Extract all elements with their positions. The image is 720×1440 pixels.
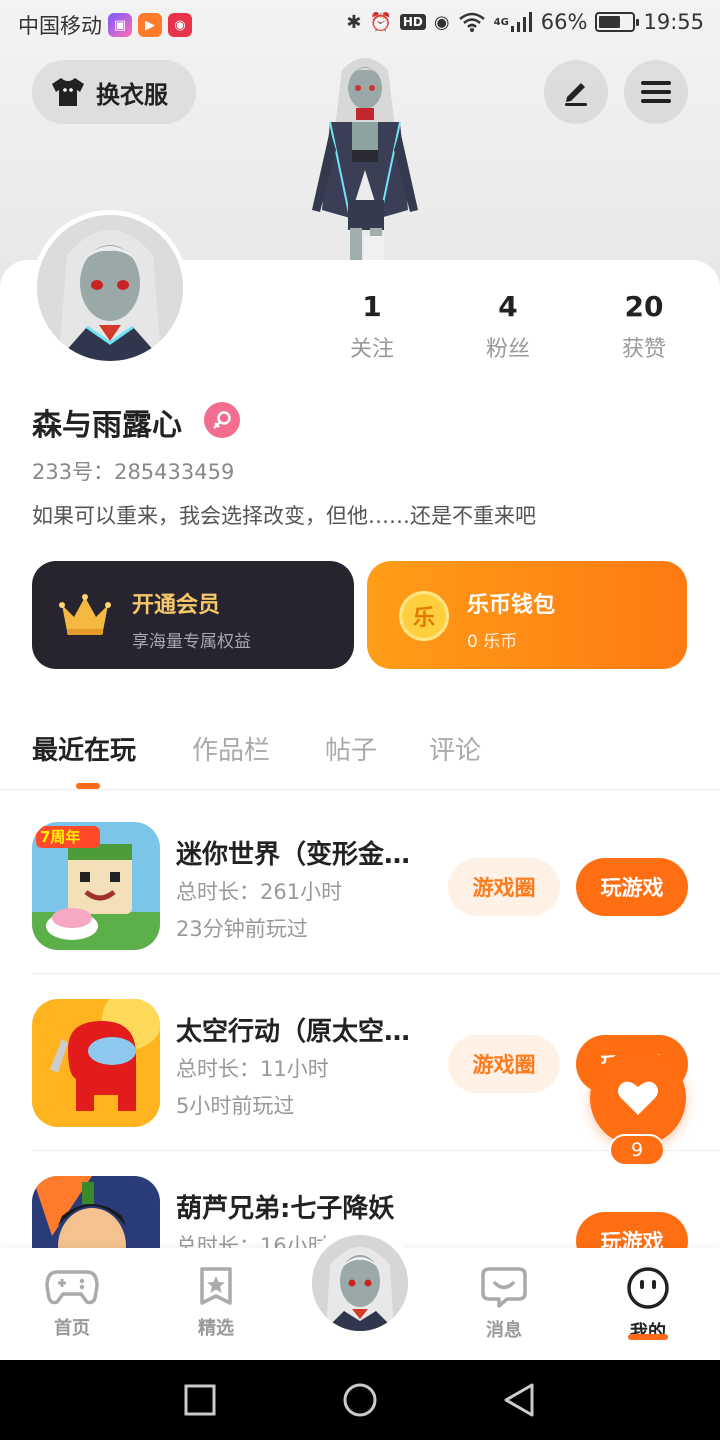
carrier-label: 中国移动 xyxy=(18,14,102,38)
nav-me-label: 我的 xyxy=(630,1322,666,1343)
game-icon-space-action[interactable] xyxy=(32,999,160,1127)
nav-avatar-center-button[interactable] xyxy=(303,1226,417,1340)
menu-button[interactable] xyxy=(624,60,688,124)
alarm-icon: ⏰ xyxy=(369,11,392,33)
avatar-character-figure[interactable] xyxy=(290,50,440,260)
clock: 19:55 xyxy=(643,10,704,34)
nav-home-label: 首页 xyxy=(54,1318,90,1339)
nav-me[interactable]: 我的 xyxy=(598,1266,698,1344)
likes-count: 20 xyxy=(624,290,664,323)
game-icon-mini-world[interactable]: 7周年 xyxy=(32,822,160,950)
play-game-button[interactable]: 玩游戏 xyxy=(576,858,688,916)
heart-icon xyxy=(618,1081,658,1115)
game-circle-button[interactable]: 游戏圈 xyxy=(448,858,560,916)
battery-percent: 66% xyxy=(540,10,588,34)
wallet-title: 乐币钱包 xyxy=(467,593,556,618)
following-count: 1 xyxy=(362,290,382,323)
coin-icon: 乐 xyxy=(399,591,449,641)
app-notification-icon: ▣ xyxy=(108,13,132,37)
tab-recently-played[interactable]: 最近在玩 xyxy=(32,730,136,767)
following-label: 关注 xyxy=(349,337,394,362)
followers-label: 粉丝 xyxy=(485,337,530,362)
wallet-balance: 0 乐币 xyxy=(467,632,518,652)
gamepad-icon xyxy=(45,1270,99,1305)
crown-icon xyxy=(59,594,111,635)
user-bio: 如果可以重来，我会选择改变，但他……还是不重来吧 xyxy=(32,504,536,528)
back-icon[interactable] xyxy=(502,1382,536,1418)
recent-apps-icon[interactable] xyxy=(184,1384,216,1416)
user-id: 233号：285433459 xyxy=(32,460,235,484)
floating-like-button[interactable] xyxy=(590,1050,686,1146)
tab-works[interactable]: 作品栏 xyxy=(192,730,270,767)
tshirt-icon xyxy=(52,78,84,106)
game-title[interactable]: 迷你世界（变形金… xyxy=(176,834,410,871)
status-bar: 中国移动 ▣ ▶ ◉ ✱ ⏰ HD ◉ 4G 66% 19:55 xyxy=(0,0,720,50)
tab-comments[interactable]: 评论 xyxy=(429,730,481,767)
nav-messages-label: 消息 xyxy=(486,1320,522,1341)
row-divider xyxy=(32,973,720,974)
anniversary-badge: 7周年 xyxy=(40,828,81,846)
game-title[interactable]: 太空行动（原太空… xyxy=(176,1011,410,1048)
stat-following[interactable]: 1 关注 xyxy=(312,290,432,363)
nav-active-indicator xyxy=(628,1334,668,1340)
coin-wallet-card[interactable]: 乐 乐币钱包 0 乐币 xyxy=(367,561,687,669)
edit-profile-button[interactable] xyxy=(544,60,608,124)
eye-comfort-icon: ◉ xyxy=(433,11,450,33)
game-circle-button[interactable]: 游戏圈 xyxy=(448,1035,560,1093)
network-type: 4G xyxy=(493,16,509,28)
bluetooth-icon: ✱ xyxy=(346,11,362,33)
profile-face-icon xyxy=(627,1267,669,1309)
nav-home[interactable]: 首页 xyxy=(22,1266,122,1340)
battery-icon xyxy=(595,12,640,32)
female-gender-icon xyxy=(204,402,240,438)
wifi-icon xyxy=(458,12,485,32)
game-duration: 总时长：11小时 xyxy=(176,1057,329,1081)
game-last-played: 23分钟前玩过 xyxy=(176,917,308,941)
system-navigation-bar xyxy=(0,1360,720,1440)
signal-icon xyxy=(510,12,532,32)
nav-featured-label: 精选 xyxy=(198,1318,234,1339)
vip-subtitle: 享海量专属权益 xyxy=(132,632,251,652)
nav-messages[interactable]: 消息 xyxy=(454,1266,554,1342)
vip-membership-card[interactable]: 开通会员 享海量专属权益 xyxy=(32,561,354,669)
stat-followers[interactable]: 4 粉丝 xyxy=(448,290,568,363)
bookmark-star-icon xyxy=(200,1267,232,1305)
bottom-navigation: 首页 精选 消息 我的 xyxy=(0,1226,720,1360)
tab-posts[interactable]: 帖子 xyxy=(325,730,377,767)
change-outfit-button[interactable]: 换衣服 xyxy=(32,60,196,124)
game-title[interactable]: 葫芦兄弟:七子降妖 xyxy=(176,1188,394,1225)
game-duration: 总时长：261小时 xyxy=(176,880,343,904)
hd-badge: HD xyxy=(399,14,426,30)
home-icon[interactable] xyxy=(342,1382,378,1418)
hamburger-menu-icon xyxy=(641,81,671,103)
avatar-portrait xyxy=(37,215,183,361)
battery-level xyxy=(599,16,621,28)
vip-title: 开通会员 xyxy=(132,593,221,618)
profile-avatar[interactable] xyxy=(32,210,188,366)
nav-featured[interactable]: 精选 xyxy=(166,1266,266,1340)
pencil-icon xyxy=(565,83,587,106)
game-last-played: 5小时前玩过 xyxy=(176,1094,295,1118)
video-app-icon: ▶ xyxy=(138,13,162,37)
followers-count: 4 xyxy=(498,290,518,323)
change-outfit-label: 换衣服 xyxy=(96,80,168,109)
likes-label: 获赞 xyxy=(621,337,666,362)
username: 森与雨露心 xyxy=(32,408,182,443)
stat-likes[interactable]: 20 获赞 xyxy=(584,290,704,363)
avatar-thumbnail xyxy=(312,1235,408,1331)
chat-smile-icon xyxy=(481,1267,527,1308)
like-count-badge: 9 xyxy=(609,1134,665,1166)
shopping-app-icon: ◉ xyxy=(168,13,192,37)
tab-divider xyxy=(0,789,720,790)
